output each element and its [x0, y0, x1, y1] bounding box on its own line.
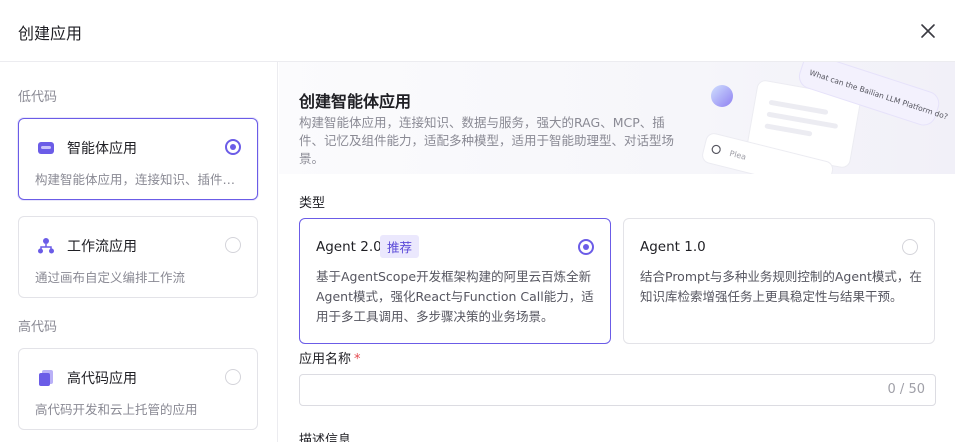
- app-card-radio[interactable]: [225, 139, 241, 155]
- type-card-radio[interactable]: [902, 239, 918, 255]
- app-card-workflow[interactable]: 工作流应用 通过画布自定义编排工作流: [18, 216, 258, 298]
- app-name-counter: 0 / 50: [887, 382, 925, 397]
- app-name-label-text: 应用名称: [299, 352, 352, 367]
- close-button[interactable]: [914, 17, 942, 45]
- type-card-desc: 结合Prompt与多种业务规则控制的Agent模式，在知识库检索增强任务上更具稳…: [640, 269, 922, 304]
- section-label-low-code: 低代码: [18, 90, 58, 105]
- app-type-sidebar: 低代码 智能体应用 构建智能体应用，连接知识、插件… 工作流应用 通过画布自定义…: [0, 62, 278, 442]
- app-card-desc: 构建智能体应用，连接知识、插件…: [35, 172, 236, 187]
- app-card-name: 工作流应用: [67, 239, 137, 255]
- type-card-agent-1[interactable]: Agent 1.0 结合Prompt与多种业务规则控制的Agent模式，在知识库…: [623, 218, 935, 344]
- app-card-code[interactable]: 高代码应用 高代码开发和云上托管的应用: [18, 348, 258, 430]
- dialog-title: 创建应用: [18, 24, 83, 43]
- section-label-high-code: 高代码: [18, 320, 58, 335]
- dialog-header: 创建应用: [0, 0, 955, 62]
- recommended-badge: 推荐: [380, 235, 420, 258]
- type-card-name: Agent 1.0: [640, 239, 706, 255]
- description-label-text: 描述信息: [299, 433, 352, 442]
- agent-app-icon: [38, 142, 54, 154]
- code-app-icon: [39, 370, 53, 386]
- app-card-name: 智能体应用: [67, 141, 137, 157]
- type-label: 类型: [299, 196, 326, 211]
- description-label: 描述信息: [299, 429, 351, 442]
- type-card-agent-2[interactable]: Agent 2.0 推荐 基于AgentScope开发框架构建的阿里云百炼全新A…: [299, 218, 611, 344]
- app-card-radio[interactable]: [225, 369, 241, 385]
- banner-title: 创建智能体应用: [299, 92, 412, 111]
- banner-illustration: What can the Bailian LLM Platform do? Pl…: [702, 62, 949, 174]
- type-card-radio[interactable]: [578, 239, 594, 255]
- close-icon[interactable]: [914, 17, 942, 45]
- app-card-name: 高代码应用: [67, 371, 137, 387]
- app-card-desc: 高代码开发和云上托管的应用: [35, 402, 198, 417]
- app-card-desc: 通过画布自定义编排工作流: [35, 270, 186, 285]
- app-card-agent[interactable]: 智能体应用 构建智能体应用，连接知识、插件…: [18, 118, 258, 200]
- workflow-icon: [38, 238, 54, 254]
- app-card-radio[interactable]: [225, 237, 241, 253]
- intro-banner: 创建智能体应用 构建智能体应用，连接知识、数据与服务，强大的RAG、MCP、插件…: [279, 62, 955, 174]
- type-card-name: Agent 2.0: [316, 239, 382, 255]
- app-name-label: 应用名称 *: [299, 348, 361, 367]
- main-panel: 创建智能体应用 构建智能体应用，连接知识、数据与服务，强大的RAG、MCP、插件…: [279, 62, 955, 442]
- banner-desc: 构建智能体应用，连接知识、数据与服务，强大的RAG、MCP、插件、记忆及组件能力…: [299, 115, 675, 166]
- required-mark: *: [354, 352, 361, 367]
- type-card-desc: 基于AgentScope开发框架构建的阿里云百炼全新Agent模式，强化Reac…: [316, 269, 594, 324]
